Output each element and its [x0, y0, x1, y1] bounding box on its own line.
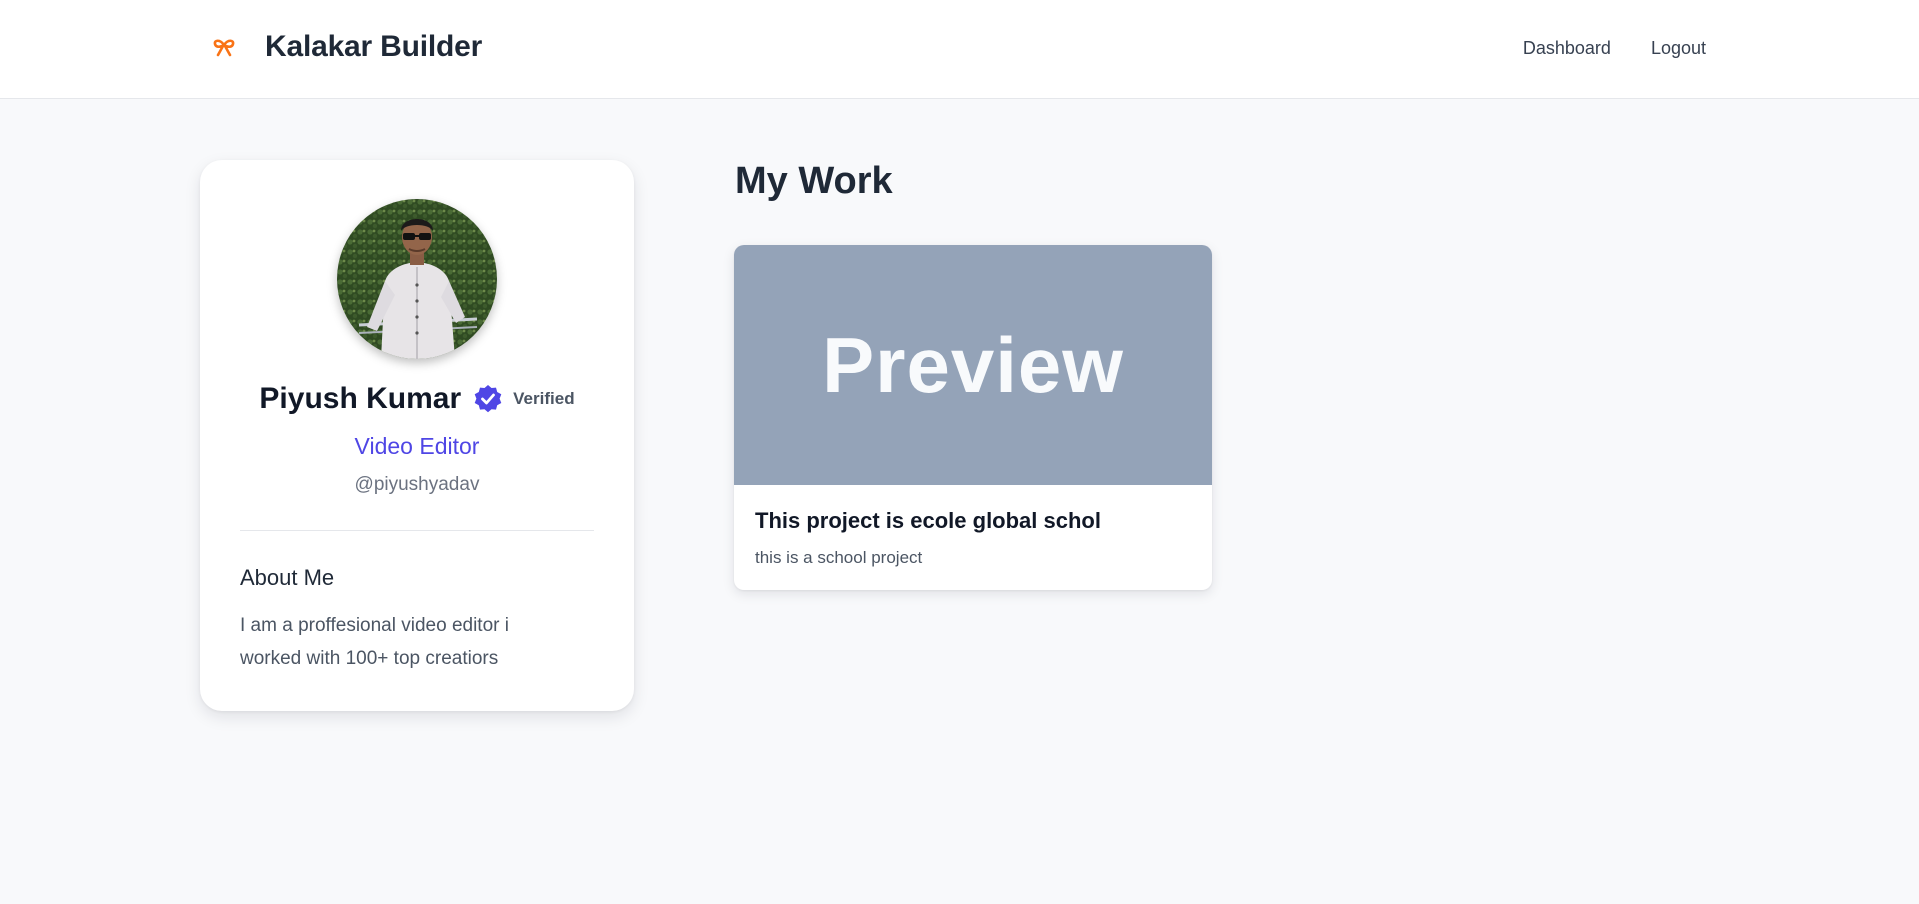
preview-label: Preview [822, 320, 1124, 409]
avatar [337, 199, 497, 359]
about-text: I am a proffesional video editor i worke… [240, 615, 509, 669]
brand-title: Kalakar Builder [265, 30, 483, 63]
top-nav: Dashboard Logout [1523, 38, 1706, 59]
verified-label: Verified [513, 389, 575, 408]
profile-name: Piyush Kumar [259, 382, 462, 415]
profile-handle: @piyushyadav [354, 474, 480, 495]
divider [240, 530, 594, 531]
work-title: This project is ecole global schol [755, 508, 1101, 533]
profile-role: Video Editor [354, 433, 480, 459]
my-work-heading: My Work [735, 160, 893, 202]
ribbon-icon [213, 39, 235, 57]
nav-dashboard-link[interactable]: Dashboard [1523, 38, 1611, 59]
brand[interactable]: Kalakar Builder [211, 30, 482, 64]
about-heading: About Me [240, 565, 335, 590]
name-row: Piyush Kumar Verified [200, 382, 634, 416]
top-navbar: Kalakar Builder Dashboard Logout [0, 0, 1919, 99]
work-card[interactable]: Preview This project is ecole global sch… [734, 245, 1212, 590]
profile-card: Piyush Kumar Verified Video Editor @piyu… [200, 160, 634, 711]
work-description: this is a school project [755, 548, 923, 567]
avatar-photo [337, 199, 497, 359]
nav-logout-link[interactable]: Logout [1651, 38, 1706, 59]
work-preview: Preview [734, 245, 1212, 485]
verified-badge-icon [474, 385, 502, 413]
